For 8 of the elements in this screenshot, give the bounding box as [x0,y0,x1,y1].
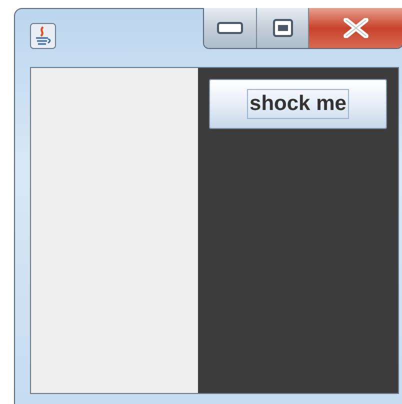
maximize-button[interactable] [256,8,308,48]
close-button[interactable] [308,8,402,48]
coffee-cup-icon [30,23,56,49]
minimize-icon [217,22,243,34]
shock-button[interactable]: shock me [209,79,387,129]
maximize-icon [272,19,292,37]
close-icon [342,18,368,38]
minimize-button[interactable] [204,8,256,48]
